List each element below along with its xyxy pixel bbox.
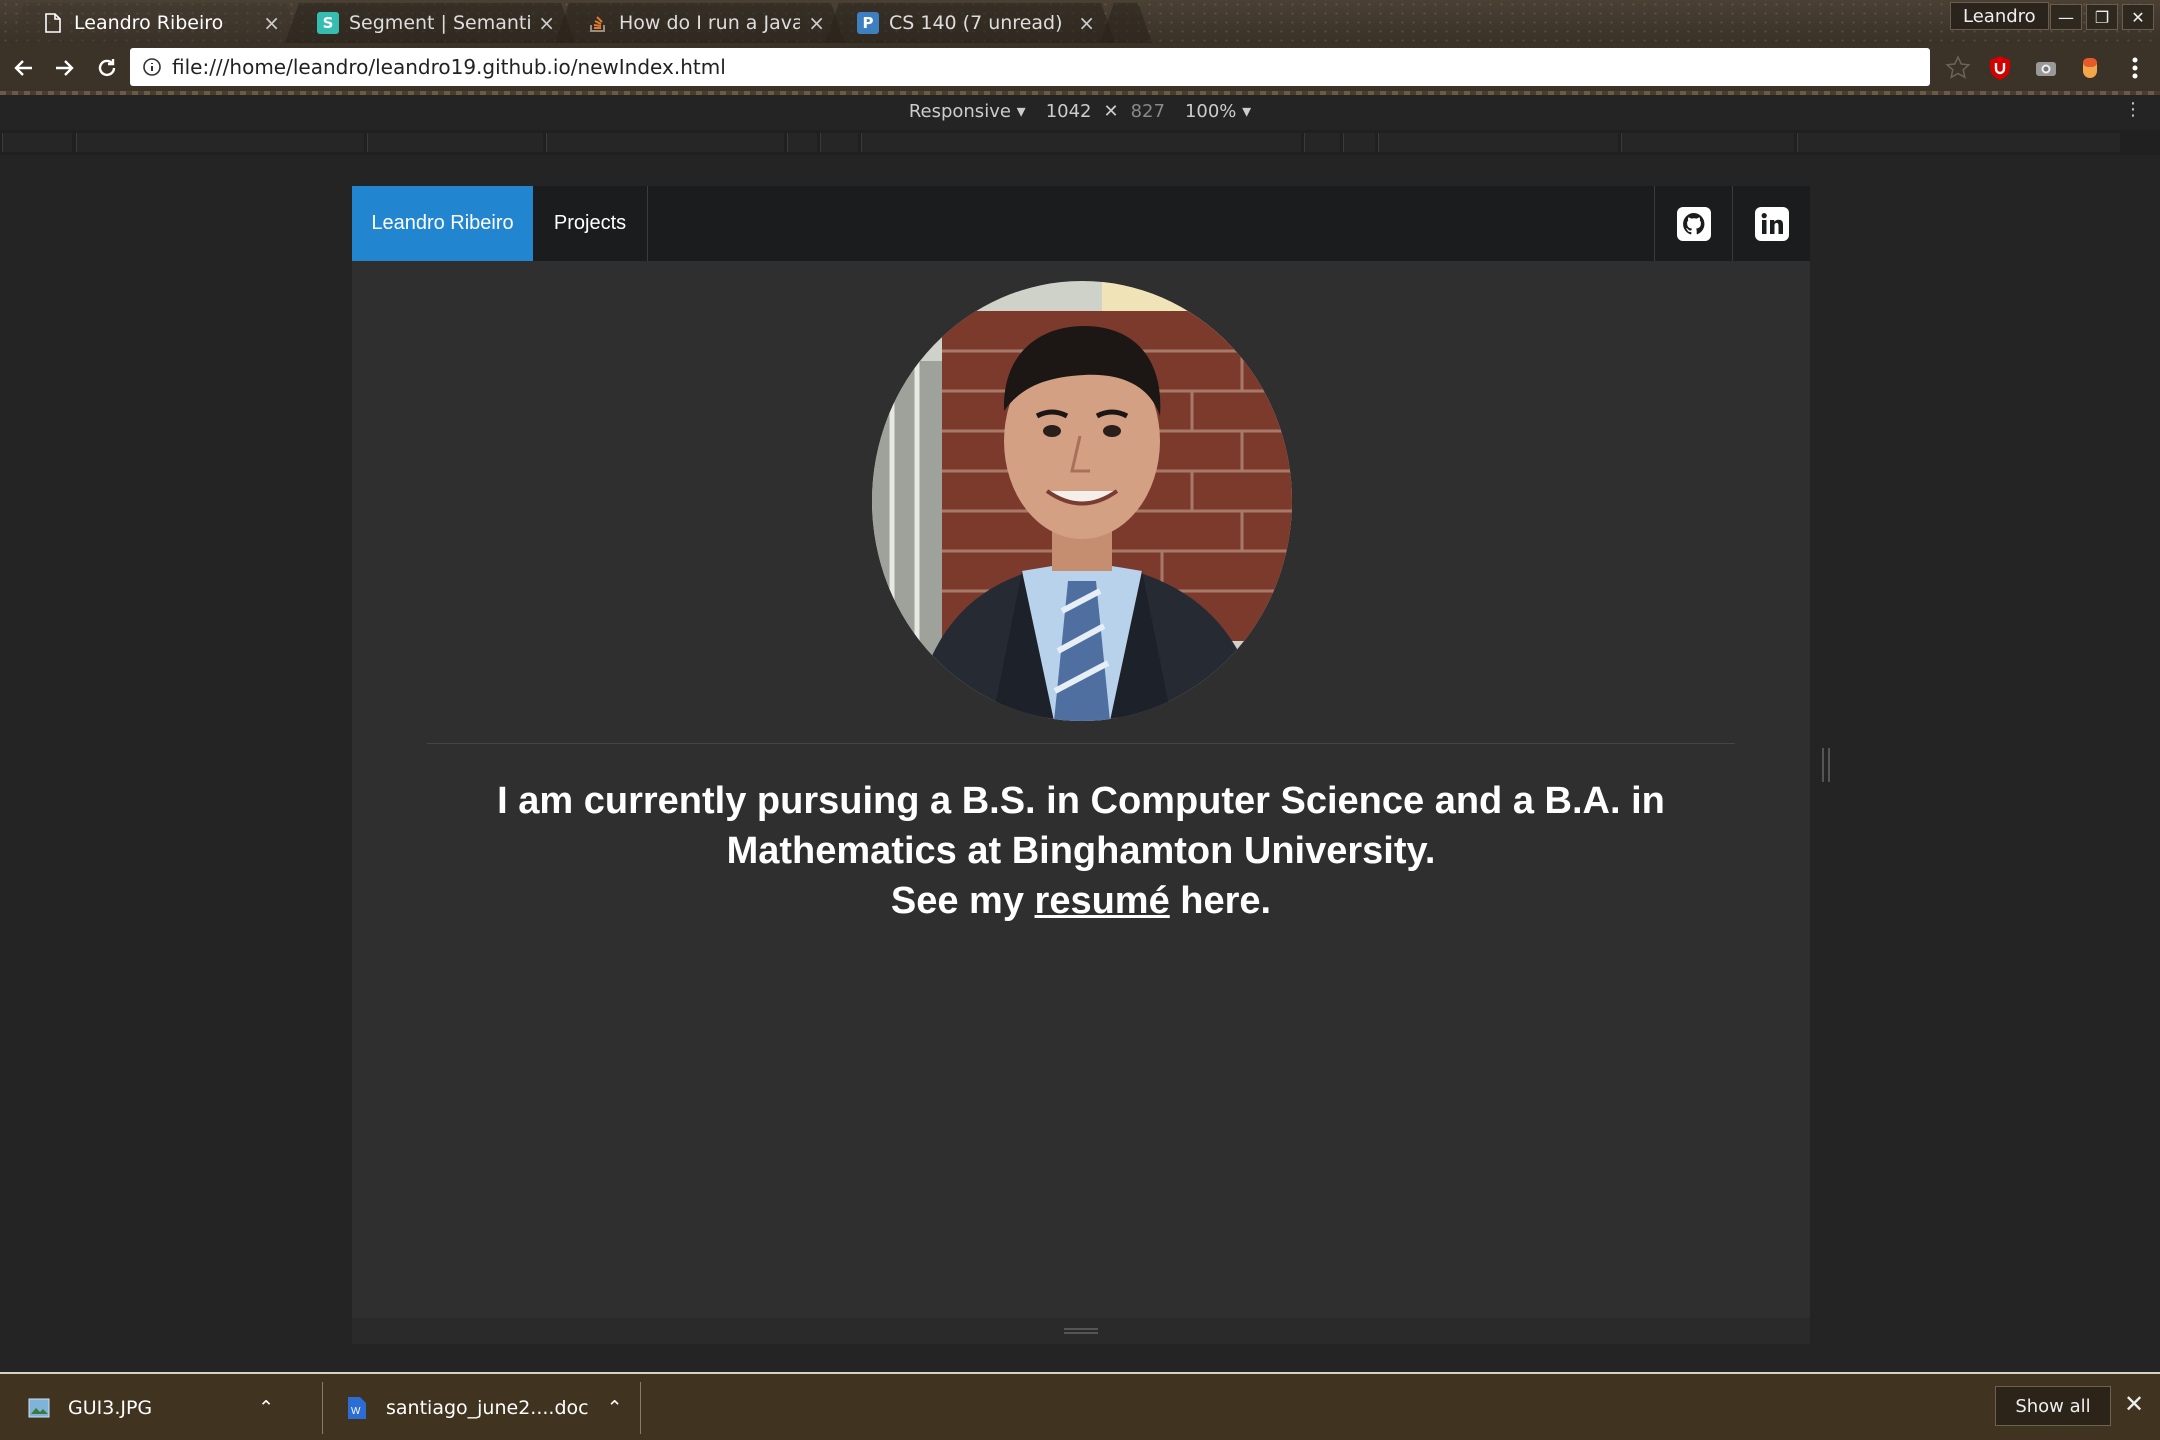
height-input[interactable]: 827 [1131,101,1165,122]
page-viewport: Leandro Ribeiro Projects I am currently … [352,186,1810,1344]
mouse-extension-icon[interactable] [2073,51,2107,85]
close-icon[interactable]: ✕ [2124,1390,2144,1418]
new-tab-button[interactable] [1100,3,1152,43]
browser-toolbar: file:///home/leandro/leandro19.github.io… [0,43,2160,93]
bio-text: I am currently pursuing a B.S. in Comput… [352,776,1810,926]
image-file-icon [28,1396,50,1420]
camera-extension-icon[interactable] [2029,51,2063,85]
tab-piazza[interactable]: P CS 140 (7 unread) × [825,3,1115,43]
resize-handle-icon[interactable] [1064,1328,1098,1334]
nav-item-projects[interactable]: Projects [533,186,648,261]
address-bar[interactable]: file:///home/leandro/leandro19.github.io… [130,48,1930,86]
profile-photo [872,281,1292,721]
stackoverflow-icon [587,12,609,34]
bio-after: here. [1169,880,1272,922]
chevron-up-icon[interactable]: ⌃ [607,1397,623,1419]
device-toolbar: Responsive ▾ 1042 ✕ 827 100% ▾ ⋮ [0,95,2160,128]
piazza-p-icon: P [857,12,879,34]
arrow-left-icon [14,60,32,76]
forward-button[interactable] [46,49,84,87]
tab-leandro-ribeiro[interactable]: Leandro Ribeiro × [10,3,300,43]
download-separator [640,1382,641,1434]
url-text: file:///home/leandro/leandro19.github.io… [172,55,726,79]
tab-label: How do I run a Java pr [619,12,801,34]
tab-label: Leandro Ribeiro [74,12,224,34]
download-shelf: GUI3.JPG ⌃ W santiago_june2....doc ⌃ Sho… [0,1372,2160,1440]
github-icon [1676,206,1711,241]
chevron-up-icon[interactable]: ⌃ [258,1397,274,1419]
reload-icon [98,59,116,77]
device-select[interactable]: Responsive ▾ [909,101,1026,122]
close-icon[interactable]: × [808,11,825,35]
tab-label: CS 140 (7 unread) [889,12,1063,34]
back-button[interactable] [4,49,42,87]
bookmark-star-icon[interactable] [1941,51,1975,85]
minimize-icon[interactable]: — [2050,4,2082,30]
page-icon [42,12,64,34]
bio-see: See my [890,880,1035,922]
github-link[interactable] [1654,186,1732,261]
ublock-icon[interactable] [1983,51,2017,85]
browser-tab-strip: Leandro Ribeiro × S Segment | Semantic U… [0,0,2160,43]
browser-menu-icon[interactable] [2118,51,2152,85]
semantic-s-icon: S [317,12,339,34]
reload-button[interactable] [88,49,126,87]
zoom-label: 100% [1184,101,1237,122]
close-icon[interactable]: × [263,11,280,35]
download-item[interactable]: W santiago_june2....doc ⌃ [346,1384,623,1432]
close-icon[interactable]: × [1078,11,1095,35]
nav-brand-home[interactable]: Leandro Ribeiro [352,186,533,261]
media-query-ruler [0,130,2160,155]
tab-stackoverflow[interactable]: How do I run a Java pr × [555,3,845,43]
dimension-separator-icon: ✕ [1103,101,1119,122]
show-all-button[interactable]: Show all [1995,1386,2111,1426]
download-item[interactable]: GUI3.JPG ⌃ [28,1384,274,1432]
arrow-right-icon [56,60,74,76]
bio-line: I am currently pursuing a B.S. in Comput… [497,780,1665,822]
bio-resume-line: See my resumé here. [352,876,1810,926]
device-label: Responsive [908,101,1011,122]
width-input[interactable]: 1042 [1046,101,1092,122]
svg-text:W: W [351,1406,361,1417]
side-resize-handle-icon[interactable] [1822,748,1830,782]
section-divider [427,743,1735,744]
site-navbar: Leandro Ribeiro Projects [352,186,1810,261]
close-icon[interactable]: × [538,11,555,35]
word-doc-icon: W [346,1396,368,1420]
tab-semantic-ui[interactable]: S Segment | Semantic UI × [285,3,575,43]
close-window-icon[interactable]: ✕ [2122,4,2154,30]
tab-label: Segment | Semantic UI [349,12,531,34]
device-more-icon[interactable]: ⋮ [2124,99,2142,120]
info-icon[interactable] [142,57,162,77]
download-filename: GUI3.JPG [68,1397,153,1419]
restore-icon[interactable]: ❐ [2086,4,2118,30]
linkedin-link[interactable] [1732,186,1810,261]
bio-line: Mathematics at Binghamton University. [726,830,1436,872]
resume-link[interactable]: resumé [1035,880,1170,922]
download-filename: santiago_june2....doc [386,1397,589,1419]
linkedin-icon [1754,206,1789,241]
zoom-select[interactable]: 100% ▾ [1185,101,1251,122]
download-separator [322,1382,323,1434]
profile-button[interactable]: Leandro [1950,2,2049,30]
viewport-resize-bar[interactable] [352,1318,1810,1344]
